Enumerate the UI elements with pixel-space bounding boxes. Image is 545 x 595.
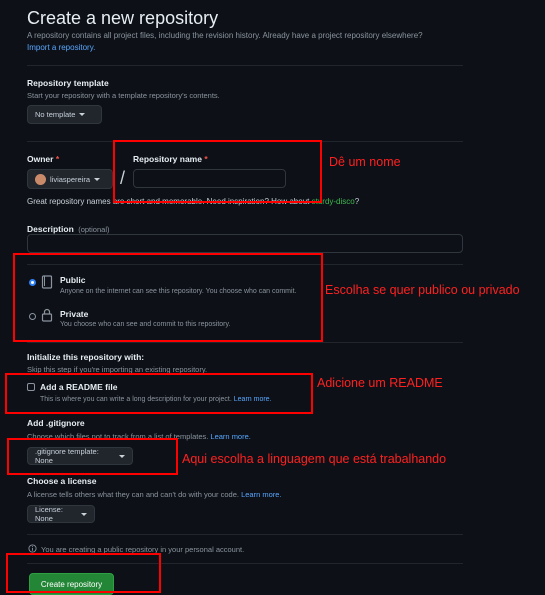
owner-value: liviaspereira [50, 174, 91, 184]
annotation-box-readme [5, 373, 313, 414]
template-dropdown[interactable]: No template [27, 105, 102, 124]
import-repository-link[interactable]: Import a repository. [27, 43, 95, 52]
license-label: Choose a license [27, 476, 97, 486]
annotation-gitignore: Aqui escolha a linguagem que está trabal… [182, 452, 447, 466]
divider [27, 342, 463, 343]
chevron-down-icon [79, 113, 86, 116]
page-title: Create a new repository [27, 8, 219, 28]
template-label: Repository template [27, 78, 109, 88]
annotation-readme: Adicione um README [317, 376, 443, 390]
license-hint-row: A license tells others what they can and… [27, 490, 282, 499]
annotation-box-name [113, 140, 322, 203]
license-dropdown[interactable]: License: None [27, 505, 95, 523]
optional-hint: (optional) [78, 225, 110, 234]
description-input[interactable] [27, 234, 463, 253]
annotation-box-submit [6, 553, 161, 593]
owner-label-text: Owner [27, 154, 54, 164]
init-title: Initialize this repository with: [27, 352, 145, 362]
divider [27, 534, 463, 535]
gitignore-label: Add .gitignore [27, 418, 85, 428]
page-description: A repository contains all project files,… [27, 31, 423, 40]
chevron-down-icon [81, 512, 87, 516]
chevron-down-icon [94, 177, 101, 181]
annotation-name: Dê um nome [329, 155, 401, 169]
divider [27, 65, 463, 66]
template-dropdown-label: No template [35, 110, 76, 119]
owner-dropdown[interactable]: liviaspereira [27, 169, 113, 189]
license-learn-more-link[interactable]: Learn more. [241, 490, 281, 499]
license-dropdown-label: License: None [35, 505, 63, 523]
template-hint: Start your repository with a template re… [27, 91, 220, 100]
license-hint: A license tells others what they can and… [27, 490, 239, 499]
annotation-box-visibility [13, 253, 323, 342]
required-mark: * [55, 154, 60, 164]
description-label-text: Description [27, 224, 74, 234]
annotation-box-gitignore [7, 438, 178, 475]
info-icon [28, 544, 37, 553]
annotation-visibility: Escolha se quer publico ou privado [325, 283, 520, 297]
owner-label: Owner * [27, 154, 59, 164]
avatar [35, 173, 46, 185]
gitignore-learn-more-link[interactable]: Learn more. [210, 432, 250, 441]
inspiration-end: ? [354, 197, 360, 206]
